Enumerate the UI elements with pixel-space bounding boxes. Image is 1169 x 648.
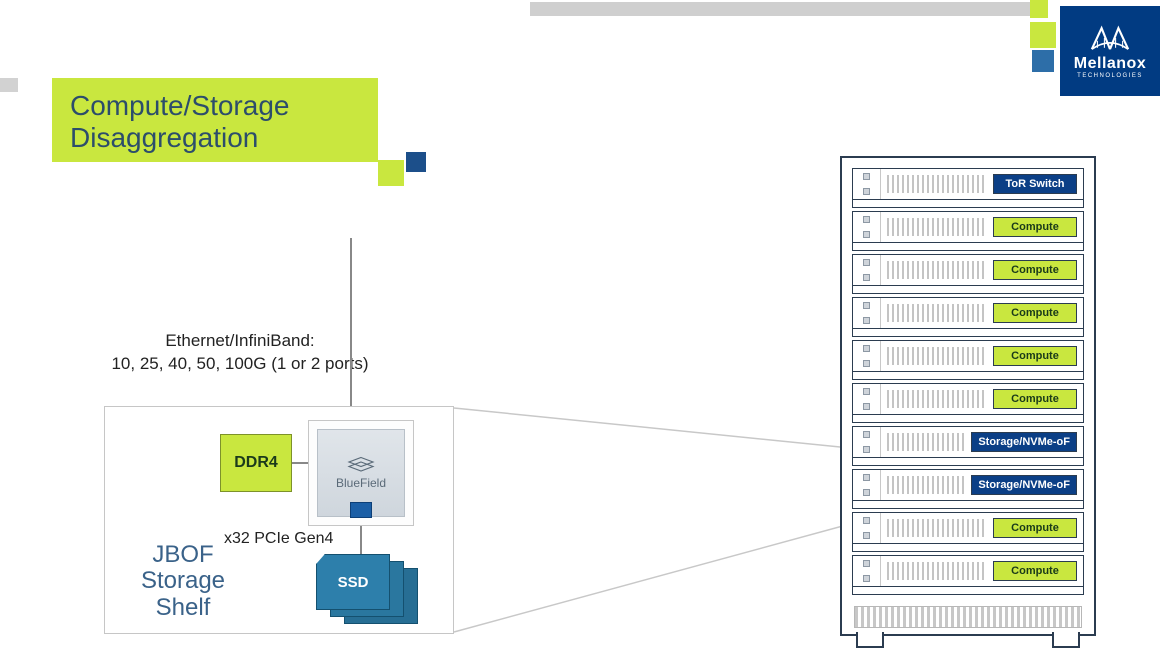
ddr4-chip: DDR4 xyxy=(220,434,292,492)
rack-gap xyxy=(852,415,1084,423)
rack-gap xyxy=(852,372,1084,380)
jbof-label: JBOF Storage Shelf xyxy=(128,542,238,621)
rack-slot-tag: Compute xyxy=(993,389,1077,409)
rack-slot: Compute xyxy=(852,297,1084,329)
rack-slot: Compute xyxy=(852,254,1084,286)
bluefield-label: BlueField xyxy=(336,476,386,490)
ssd-icon: SSD xyxy=(316,554,390,610)
rack-slot-tag: Compute xyxy=(993,303,1077,323)
rack-gap xyxy=(852,458,1084,466)
rack-slot-ports xyxy=(853,556,881,586)
decor-square xyxy=(378,160,404,186)
brand-sub: TECHNOLOGIES xyxy=(1077,73,1143,79)
jbof-l1: JBOF xyxy=(128,542,238,568)
rack-gap xyxy=(852,286,1084,294)
rack-slot-vent xyxy=(887,261,987,279)
rack-slot-tag: Compute xyxy=(993,346,1077,366)
rack-slot-tag: Storage/NVMe-oF xyxy=(971,432,1077,452)
bridge-icon xyxy=(1089,23,1131,53)
top-grey-bar xyxy=(530,2,1030,16)
rack-slot: Storage/NVMe-oF xyxy=(852,469,1084,501)
rack-slot-tag: Compute xyxy=(993,260,1077,280)
bluefield-chip: BlueField xyxy=(308,420,414,526)
bluefield-to-ssd-line xyxy=(360,526,362,554)
slide-title: Compute/Storage Disaggregation xyxy=(52,78,378,162)
rack-slot: Compute xyxy=(852,211,1084,243)
brand-name: Mellanox xyxy=(1074,55,1146,73)
rack-slot-vent xyxy=(887,390,987,408)
bluefield-badge xyxy=(350,502,372,518)
rack-slot-vent xyxy=(887,562,987,580)
rack-vent xyxy=(854,606,1082,628)
rack-slot-ports xyxy=(853,384,881,414)
rack-slot-tag: Compute xyxy=(993,561,1077,581)
jbof-l3: Shelf xyxy=(128,595,238,621)
rack-slot-vent xyxy=(887,304,987,322)
jbof-l2: Storage xyxy=(128,568,238,594)
rack-slot-vent xyxy=(887,218,987,236)
uplink-line xyxy=(350,238,352,406)
decor-square xyxy=(1032,50,1054,72)
rack-slot-tag: Compute xyxy=(993,518,1077,538)
decor-square xyxy=(1030,22,1056,48)
rack-gap xyxy=(852,587,1084,595)
rack-slot-ports xyxy=(853,427,881,457)
rack-slot-vent xyxy=(887,175,987,193)
rack-slot-ports xyxy=(853,169,881,199)
rack-slot-vent xyxy=(887,347,987,365)
conn-line1: Ethernet/InfiniBand: xyxy=(100,330,380,353)
rack-slot-vent xyxy=(887,433,965,451)
rack-slot-tag: Compute xyxy=(993,217,1077,237)
rack-slot-vent xyxy=(887,519,987,537)
rack-slot: ToR Switch xyxy=(852,168,1084,200)
rack-gap xyxy=(852,243,1084,251)
rack-slot-ports xyxy=(853,341,881,371)
rack-gap xyxy=(852,544,1084,552)
rack-slot-tag: Storage/NVMe-oF xyxy=(971,475,1077,495)
rack-slot-ports xyxy=(853,255,881,285)
pcie-label: x32 PCIe Gen4 xyxy=(224,530,333,548)
ssd-stack: SSD xyxy=(316,554,426,632)
rack-gap xyxy=(852,200,1084,208)
rack-slot: Compute xyxy=(852,340,1084,372)
rack-slot-ports xyxy=(853,212,881,242)
decor-square xyxy=(406,152,426,172)
decor-square xyxy=(1030,0,1048,18)
rack-slot-ports xyxy=(853,298,881,328)
server-rack: ToR Switch Compute Compute Compute Compute Co… xyxy=(840,156,1096,636)
bluefield-chip-inner: BlueField xyxy=(317,429,405,517)
title-line2: Disaggregation xyxy=(70,122,360,154)
rack-slot: Storage/NVMe-oF xyxy=(852,426,1084,458)
ddr4-to-bluefield-line xyxy=(292,462,308,464)
rack-slot: Compute xyxy=(852,555,1084,587)
title-line1: Compute/Storage xyxy=(70,90,360,122)
rack-slot: Compute xyxy=(852,383,1084,415)
rack-slot-ports xyxy=(853,513,881,543)
layers-icon xyxy=(346,456,376,474)
rack-slot-vent xyxy=(887,476,965,494)
brand-logo: Mellanox TECHNOLOGIES xyxy=(1060,6,1160,96)
rack-slot: Compute xyxy=(852,512,1084,544)
rack-gap xyxy=(852,501,1084,509)
connection-label: Ethernet/InfiniBand: 10, 25, 40, 50, 100… xyxy=(100,330,380,376)
rack-slot-tag: ToR Switch xyxy=(993,174,1077,194)
rack-gap xyxy=(852,329,1084,337)
rack-slot-ports xyxy=(853,470,881,500)
left-grey-bar xyxy=(0,78,18,92)
conn-line2: 10, 25, 40, 50, 100G (1 or 2 ports) xyxy=(100,353,380,376)
